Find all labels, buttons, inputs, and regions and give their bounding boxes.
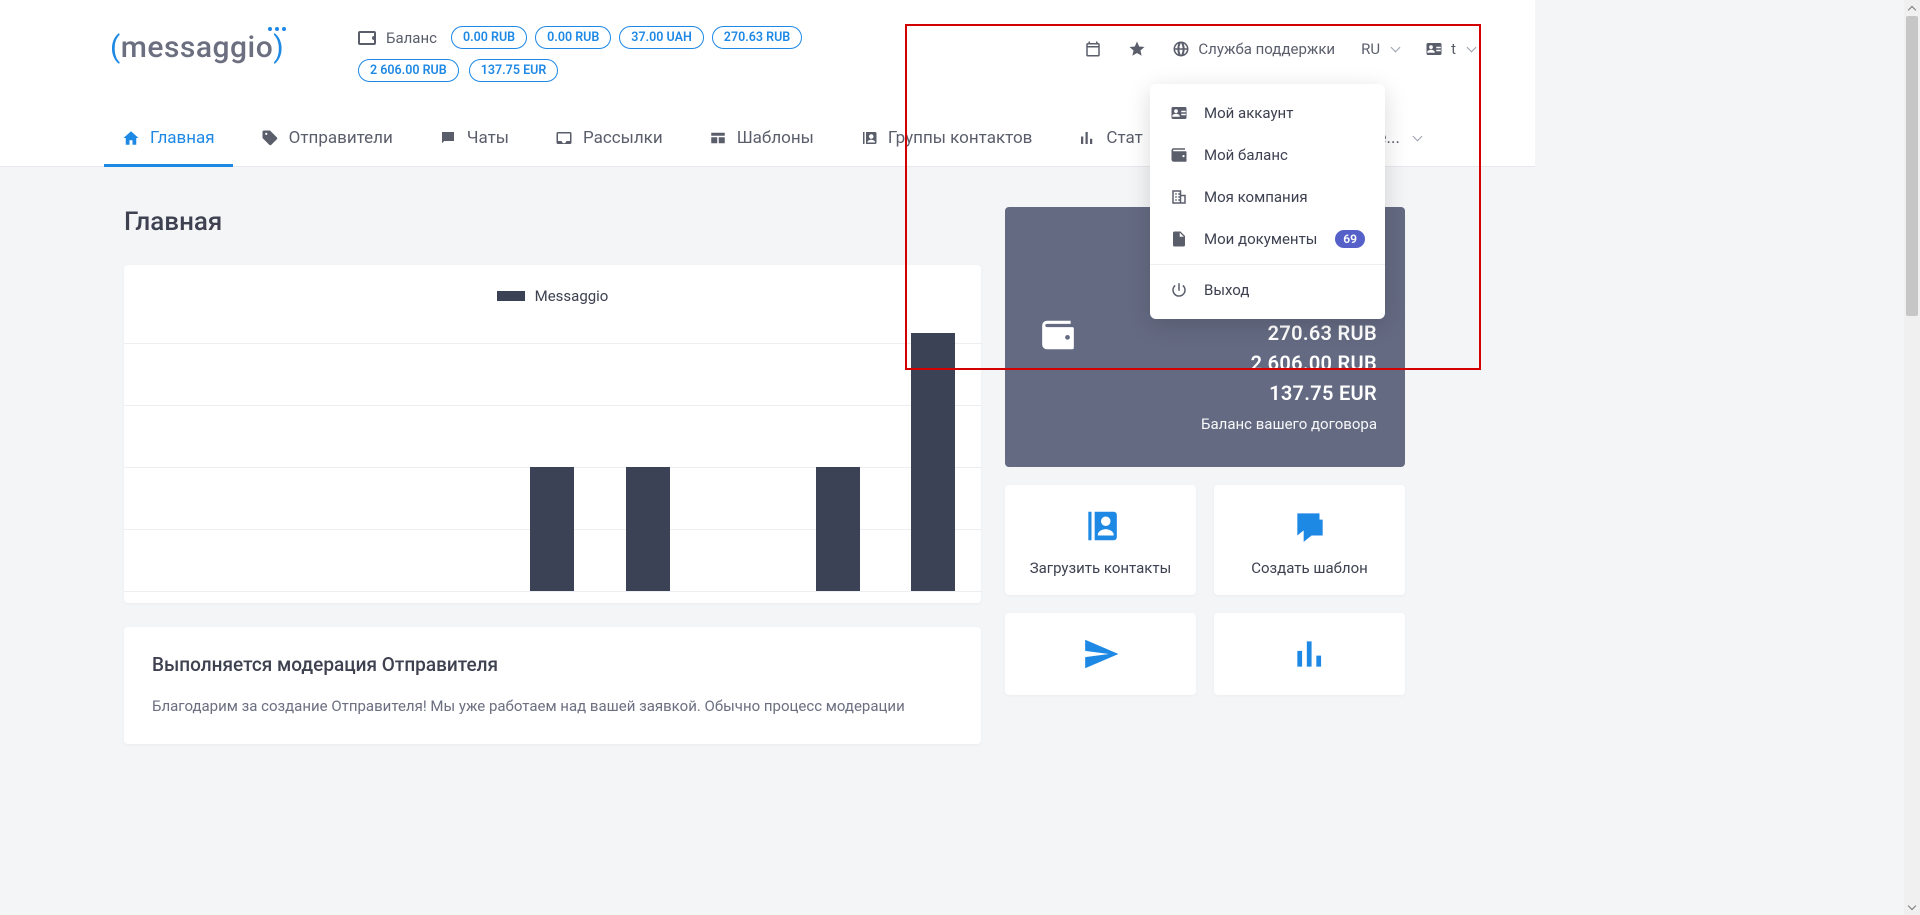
send-icon bbox=[1082, 635, 1120, 673]
tab-contact-groups[interactable]: Группы контактов bbox=[856, 128, 1037, 166]
id-card-icon bbox=[1425, 40, 1443, 58]
scrollbar[interactable] bbox=[1904, 0, 1920, 915]
contacts-icon bbox=[860, 129, 878, 147]
balance-pill[interactable]: 137.75 EUR bbox=[469, 59, 559, 82]
tab-home[interactable]: Главная bbox=[118, 128, 219, 166]
chart-legend: Messaggio bbox=[124, 287, 981, 305]
balance-pill[interactable]: 270.63 RUB bbox=[712, 26, 802, 49]
calendar-button[interactable] bbox=[1084, 40, 1102, 58]
menu-my-account[interactable]: Мой аккаунт bbox=[1150, 92, 1385, 134]
chat-icon bbox=[439, 129, 457, 147]
tab-stats[interactable]: Стат bbox=[1074, 128, 1146, 166]
power-icon bbox=[1170, 281, 1188, 299]
inbox-icon bbox=[555, 129, 573, 147]
home-icon bbox=[122, 129, 140, 147]
tab-campaigns[interactable]: Рассылки bbox=[551, 128, 667, 166]
balance-caption: Баланс вашего договора bbox=[1033, 415, 1377, 433]
action-analytics[interactable] bbox=[1214, 613, 1405, 695]
user-menu-toggle[interactable]: t bbox=[1425, 40, 1475, 58]
tag-icon bbox=[261, 129, 279, 147]
language-select[interactable]: RU bbox=[1361, 40, 1399, 58]
chart-bar bbox=[816, 467, 860, 591]
calendar-icon bbox=[1084, 40, 1102, 58]
balance-pill[interactable]: 37.00 UAH bbox=[619, 26, 704, 49]
globe-icon bbox=[1172, 40, 1190, 58]
documents-badge: 69 bbox=[1335, 230, 1365, 248]
menu-logout[interactable]: Выход bbox=[1150, 269, 1385, 311]
action-upload-contacts[interactable]: Загрузить контакты bbox=[1005, 485, 1196, 595]
chart-area bbox=[124, 333, 981, 603]
wallet-icon bbox=[1035, 316, 1081, 358]
traffic-chart-card: Messaggio bbox=[124, 265, 981, 603]
favorites-button[interactable] bbox=[1128, 40, 1146, 58]
chat-bubble-icon bbox=[1291, 507, 1329, 545]
menu-my-documents[interactable]: Мои документы 69 bbox=[1150, 218, 1385, 260]
menu-my-company[interactable]: Моя компания bbox=[1150, 176, 1385, 218]
balance-pill[interactable]: 0.00 RUB bbox=[451, 26, 527, 49]
support-label: Служба поддержки bbox=[1198, 40, 1335, 58]
scroll-down[interactable] bbox=[1904, 899, 1920, 915]
id-card-icon bbox=[1170, 104, 1188, 122]
template-icon bbox=[709, 129, 727, 147]
chart-bar bbox=[626, 467, 670, 591]
balance-label: Баланс bbox=[358, 29, 437, 47]
balance-line: 270.63 RUB bbox=[1033, 321, 1377, 345]
balance-pill[interactable]: 2 606.00 RUB bbox=[358, 59, 459, 82]
chart-bar bbox=[530, 467, 574, 591]
scroll-thumb[interactable] bbox=[1906, 16, 1918, 316]
chevron-down-icon bbox=[1467, 43, 1477, 53]
tab-chats[interactable]: Чаты bbox=[435, 128, 513, 166]
document-icon bbox=[1170, 230, 1188, 248]
page-title: Главная bbox=[124, 207, 981, 237]
user-dropdown: Мой аккаунт Мой баланс Моя компания Мои … bbox=[1150, 84, 1385, 319]
moderation-title: Выполняется модерация Отправителя bbox=[152, 653, 953, 676]
legend-swatch bbox=[497, 291, 525, 301]
moderation-text: Благодарим за создание Отправителя! Мы у… bbox=[152, 694, 953, 718]
tab-senders[interactable]: Отправители bbox=[257, 128, 397, 166]
building-icon bbox=[1170, 188, 1188, 206]
action-send[interactable] bbox=[1005, 613, 1196, 695]
wallet-icon bbox=[358, 29, 376, 47]
chevron-down-icon bbox=[1391, 43, 1401, 53]
menu-my-balance[interactable]: Мой баланс bbox=[1150, 134, 1385, 176]
balance-pill[interactable]: 0.00 RUB bbox=[535, 26, 611, 49]
bars-icon bbox=[1078, 129, 1096, 147]
support-link[interactable]: Служба поддержки bbox=[1172, 40, 1335, 58]
balance-line: 137.75 EUR bbox=[1033, 381, 1377, 405]
scroll-up[interactable] bbox=[1904, 0, 1920, 16]
tab-templates[interactable]: Шаблоны bbox=[705, 128, 818, 166]
star-icon bbox=[1128, 40, 1146, 58]
chevron-down-icon bbox=[1413, 132, 1423, 142]
moderation-card: Выполняется модерация Отправителя Благод… bbox=[124, 627, 981, 744]
balance-line: 2 606.00 RUB bbox=[1033, 351, 1377, 375]
wallet-icon bbox=[1170, 146, 1188, 164]
logo[interactable]: (messaggio) bbox=[110, 30, 260, 65]
action-create-template[interactable]: Создать шаблон bbox=[1214, 485, 1405, 595]
contacts-icon bbox=[1082, 507, 1120, 545]
chart-bar bbox=[911, 333, 955, 591]
bars-icon bbox=[1291, 635, 1329, 673]
